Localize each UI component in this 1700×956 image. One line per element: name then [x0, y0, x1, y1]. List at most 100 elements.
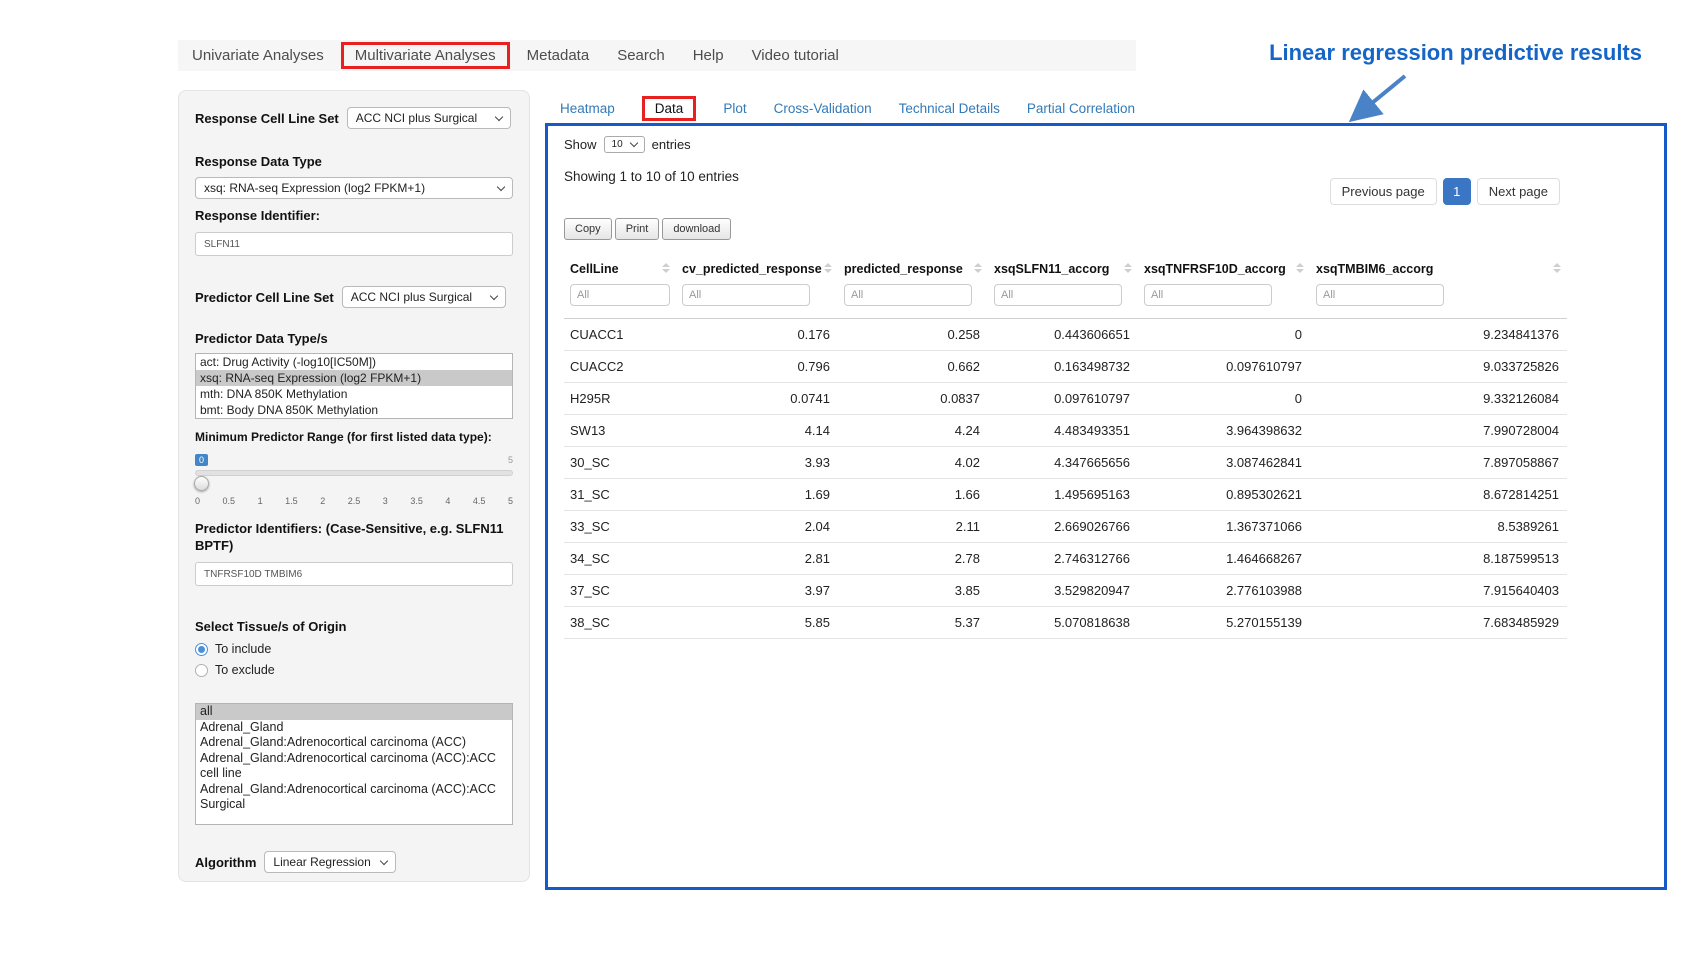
algorithm-value: Linear Regression — [273, 855, 370, 869]
cell-predicted-response: 2.78 — [838, 543, 988, 575]
nav-item-univariate-analyses[interactable]: Univariate Analyses — [178, 42, 338, 69]
listbox-option-act-drug-activity-log10-ic50m[interactable]: act: Drug Activity (-log10[IC50M]) — [196, 354, 512, 370]
response-data-type-select[interactable]: xsq: RNA-seq Expression (log2 FPKM+1) — [195, 177, 513, 199]
listbox-option-bmt-body-dna-850k-methylation[interactable]: bmt: Body DNA 850K Methylation — [196, 402, 512, 418]
table-row[interactable]: 37_SC3.973.853.5298209472.7761039887.915… — [564, 575, 1567, 607]
annotation-title: Linear regression predictive results — [1269, 40, 1642, 66]
tab-partial-correlation[interactable]: Partial Correlation — [1027, 98, 1135, 119]
sort-icon[interactable] — [662, 263, 670, 273]
column-header-predicted-response[interactable]: predicted_response — [838, 254, 988, 282]
sort-icon[interactable] — [974, 263, 982, 273]
listbox-option-all[interactable]: all — [196, 704, 512, 720]
predictor-identifiers-input[interactable] — [195, 562, 513, 586]
cell-cellline: H295R — [564, 383, 676, 415]
sort-icon[interactable] — [1296, 263, 1304, 273]
slider-handle[interactable] — [194, 476, 209, 491]
sort-asc-icon — [662, 263, 670, 267]
column-header-cellline[interactable]: CellLine — [564, 254, 676, 282]
tab-cross-validation[interactable]: Cross-Validation — [774, 98, 872, 119]
radio-selected-icon — [195, 643, 208, 656]
tissue-exclude-radio[interactable]: To exclude — [195, 663, 513, 677]
cell-xsqslfn11-accorg: 0.163498732 — [988, 351, 1138, 383]
table-row[interactable]: 33_SC2.042.112.6690267661.3673710668.538… — [564, 511, 1567, 543]
filter-input-cv-predicted-response[interactable] — [682, 284, 810, 306]
table-row[interactable]: 31_SC1.691.661.4956951630.8953026218.672… — [564, 479, 1567, 511]
chevron-down-icon — [495, 112, 503, 120]
sort-asc-icon — [824, 263, 832, 267]
column-header-xsqtmbim6-accorg[interactable]: xsqTMBIM6_accorg — [1310, 254, 1567, 282]
cell-xsqslfn11-accorg: 2.746312766 — [988, 543, 1138, 575]
listbox-option-mth-dna-850k-methylation[interactable]: mth: DNA 850K Methylation — [196, 386, 512, 402]
tab-heatmap[interactable]: Heatmap — [560, 98, 615, 119]
filter-input-xsqtmbim6-accorg[interactable] — [1316, 284, 1444, 306]
filter-input-xsqtnfrsf10d-accorg[interactable] — [1144, 284, 1272, 306]
chevron-down-icon — [380, 856, 388, 864]
next-page-button[interactable]: Next page — [1477, 178, 1560, 205]
filter-input-predicted-response[interactable] — [844, 284, 972, 306]
nav-item-help[interactable]: Help — [679, 42, 738, 69]
slider-ticks: 00.511.522.533.544.55 — [195, 496, 513, 506]
table-row[interactable]: 34_SC2.812.782.7463127661.4646682678.187… — [564, 543, 1567, 575]
predictor-cell-line-set-select[interactable]: ACC NCI plus Surgical — [342, 286, 506, 308]
sort-desc-icon — [1124, 269, 1132, 273]
response-data-type-label: Response Data Type — [195, 153, 513, 170]
tab-data[interactable]: Data — [642, 96, 697, 121]
table-row[interactable]: 30_SC3.934.024.3476656563.0874628417.897… — [564, 447, 1567, 479]
tissue-origin-label: Select Tissue/s of Origin — [195, 618, 513, 635]
copy-button[interactable]: Copy — [564, 218, 612, 240]
cell-xsqtnfrsf10d-accorg: 0.895302621 — [1138, 479, 1310, 511]
tissue-listbox[interactable]: allAdrenal_GlandAdrenal_Gland:Adrenocort… — [195, 703, 513, 825]
listbox-option-xsq-rna-seq-expression-log2-fpkm-1[interactable]: xsq: RNA-seq Expression (log2 FPKM+1) — [196, 370, 512, 386]
column-header-label: cv_predicted_response — [682, 262, 822, 276]
response-identifier-input[interactable] — [195, 232, 513, 256]
table-row[interactable]: CUACC20.7960.6620.1634987320.0976107979.… — [564, 351, 1567, 383]
cell-cv-predicted-response: 3.97 — [676, 575, 838, 607]
table-row[interactable]: H295R0.07410.08370.09761079709.332126084 — [564, 383, 1567, 415]
min-predictor-range-slider[interactable]: 0 5 00.511.522.533.544.55 — [195, 454, 513, 510]
table-row[interactable]: 38_SC5.855.375.0708186385.2701551397.683… — [564, 607, 1567, 639]
print-button[interactable]: Print — [615, 218, 660, 240]
nav-item-video-tutorial[interactable]: Video tutorial — [738, 42, 853, 69]
listbox-option-adrenal-gland-adrenocortical-carcinoma-acc[interactable]: Adrenal_Gland:Adrenocortical carcinoma (… — [196, 735, 512, 751]
sort-icon[interactable] — [824, 263, 832, 273]
algorithm-select[interactable]: Linear Regression — [264, 851, 396, 873]
cell-predicted-response: 0.0837 — [838, 383, 988, 415]
cell-cellline: 30_SC — [564, 447, 676, 479]
tissue-include-radio[interactable]: To include — [195, 642, 513, 656]
nav-item-multivariate-analyses[interactable]: Multivariate Analyses — [341, 42, 510, 69]
table-row[interactable]: SW134.144.244.4834933513.9643986327.9907… — [564, 415, 1567, 447]
slider-tick-label: 4 — [445, 496, 450, 506]
page-1-button[interactable]: 1 — [1443, 178, 1471, 205]
chevron-down-icon — [489, 291, 497, 299]
sort-asc-icon — [1296, 263, 1304, 267]
table-row[interactable]: CUACC10.1760.2580.44360665109.234841376 — [564, 319, 1567, 351]
sort-icon[interactable] — [1124, 263, 1132, 273]
cell-xsqtmbim6-accorg: 9.234841376 — [1310, 319, 1567, 351]
entries-select[interactable]: 10 — [604, 136, 645, 153]
sort-icon[interactable] — [1553, 263, 1561, 273]
cell-xsqtnfrsf10d-accorg: 0 — [1138, 383, 1310, 415]
predictor-data-type-listbox[interactable]: act: Drug Activity (-log10[IC50M])xsq: R… — [195, 353, 513, 419]
listbox-option-adrenal-gland[interactable]: Adrenal_Gland — [196, 720, 512, 736]
column-header-xsqtnfrsf10d-accorg[interactable]: xsqTNFRSF10D_accorg — [1138, 254, 1310, 282]
column-header-label: xsqTMBIM6_accorg — [1316, 262, 1433, 276]
response-cell-line-set-value: ACC NCI plus Surgical — [356, 111, 477, 125]
nav-item-metadata[interactable]: Metadata — [513, 42, 604, 69]
filter-input-xsqslfn11-accorg[interactable] — [994, 284, 1122, 306]
nav-item-search[interactable]: Search — [603, 42, 679, 69]
download-button[interactable]: download — [662, 218, 731, 240]
column-header-xsqslfn11-accorg[interactable]: xsqSLFN11_accorg — [988, 254, 1138, 282]
tab-plot[interactable]: Plot — [723, 98, 746, 119]
column-header-cv-predicted-response[interactable]: cv_predicted_response — [676, 254, 838, 282]
tab-technical-details[interactable]: Technical Details — [899, 98, 1000, 119]
filter-cell-predicted-response — [838, 282, 988, 319]
previous-page-button[interactable]: Previous page — [1330, 178, 1437, 205]
listbox-option-adrenal-gland-adrenocortical-carcinoma-acc-acc-cell-line[interactable]: Adrenal_Gland:Adrenocortical carcinoma (… — [196, 751, 512, 782]
response-cell-line-set-select[interactable]: ACC NCI plus Surgical — [347, 107, 511, 129]
slider-track[interactable] — [195, 470, 513, 476]
cell-xsqtmbim6-accorg: 7.990728004 — [1310, 415, 1567, 447]
cell-xsqslfn11-accorg: 5.070818638 — [988, 607, 1138, 639]
filter-input-cellline[interactable] — [570, 284, 670, 306]
listbox-option-adrenal-gland-adrenocortical-carcinoma-acc-acc-surgical[interactable]: Adrenal_Gland:Adrenocortical carcinoma (… — [196, 782, 512, 813]
results-table: CellLine cv_predicted_response predicted_r… — [564, 254, 1567, 639]
